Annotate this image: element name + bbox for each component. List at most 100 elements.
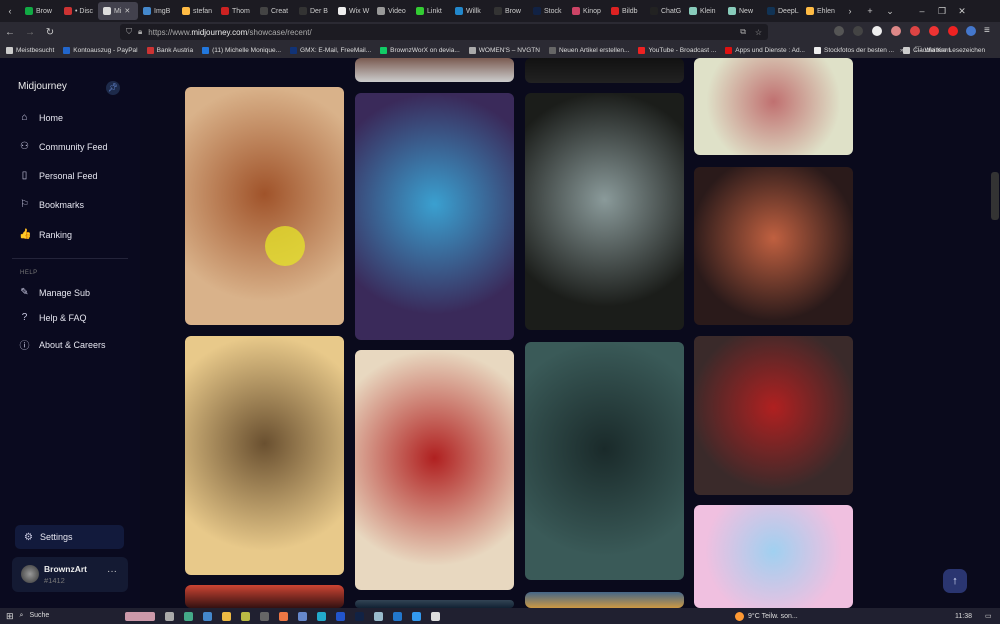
- translate-extension-icon[interactable]: [966, 26, 976, 36]
- tab[interactable]: Stock: [528, 2, 567, 20]
- bookmark-item[interactable]: Neuen Artikel erstellen...: [548, 46, 629, 54]
- gallery-image-landscape-trees[interactable]: [185, 336, 344, 575]
- windows-start-icon[interactable]: ⊞: [6, 611, 14, 622]
- back-button[interactable]: ←: [0, 27, 20, 38]
- user-card[interactable]: BrownzArt #1412 ···: [12, 557, 128, 592]
- bookmark-star-icon[interactable]: ☆: [755, 28, 762, 37]
- app-icon[interactable]: [259, 611, 269, 621]
- gallery-image-girl-with-cat[interactable]: [185, 87, 344, 325]
- menu-icon[interactable]: ≡: [984, 25, 990, 36]
- photoshop-icon[interactable]: [354, 611, 364, 621]
- gallery-image-partial[interactable]: [355, 58, 514, 82]
- gallery-image-cardinal-bird[interactable]: [355, 350, 514, 590]
- tab-scroll-left-icon[interactable]: ‹: [0, 6, 20, 16]
- task-view-icon[interactable]: [164, 611, 174, 621]
- tab[interactable]: Creat: [255, 2, 294, 20]
- camera-extension-icon[interactable]: [910, 26, 920, 36]
- taskbar-search[interactable]: ⌕ Suche: [20, 612, 120, 620]
- reload-button[interactable]: ↻: [40, 27, 60, 38]
- tab[interactable]: Thom: [216, 2, 255, 20]
- new-tab-button[interactable]: +: [860, 6, 880, 16]
- bookmark-item[interactable]: Meistbesucht: [6, 46, 54, 54]
- scrollbar[interactable]: [991, 172, 999, 220]
- tab[interactable]: Bildb: [606, 2, 645, 20]
- bookmark-item[interactable]: (11) Michelle Monique...: [202, 46, 281, 54]
- minimize-button[interactable]: –: [912, 6, 932, 16]
- pin-icon[interactable]: 📌︎: [106, 81, 120, 95]
- gallery-image-partial[interactable]: [525, 592, 684, 608]
- sidebar-item-ranking[interactable]: 👍 Ranking: [19, 229, 72, 240]
- tab-list-icon[interactable]: ⌄: [880, 6, 900, 17]
- gallery-image-fantasy-woman[interactable]: [525, 342, 684, 580]
- tab[interactable]: Wix W: [333, 2, 372, 20]
- tab[interactable]: Brow: [489, 2, 528, 20]
- tab[interactable]: Video: [372, 2, 411, 20]
- tab[interactable]: Linkt: [411, 2, 450, 20]
- other-bookmarks[interactable]: 🗀︎ Weitere Lesezeichen: [915, 45, 985, 56]
- gallery-image-space-shuttle[interactable]: [694, 167, 853, 325]
- app-icon[interactable]: [430, 611, 440, 621]
- app-icon[interactable]: [202, 611, 212, 621]
- notification-icon[interactable]: ▭: [985, 612, 992, 620]
- pocket-icon[interactable]: [834, 26, 844, 36]
- clock[interactable]: 11:38: [955, 613, 972, 620]
- gallery-image-flowers[interactable]: [694, 58, 853, 155]
- tab[interactable]: • Disc: [59, 2, 98, 20]
- extension-badge-icon[interactable]: [948, 26, 958, 36]
- bookmark-item[interactable]: YouTube - Broadcast ...: [638, 46, 716, 54]
- bookmarks-overflow-icon[interactable]: »: [900, 47, 904, 54]
- settings-button[interactable]: ⚙ Settings: [15, 525, 124, 549]
- bookmark-item[interactable]: Kontoauszug - PayPal: [63, 46, 138, 54]
- forward-button[interactable]: →: [20, 27, 40, 38]
- widget-icon[interactable]: [124, 611, 155, 621]
- shield-extension-icon[interactable]: [891, 26, 901, 36]
- bookmark-item[interactable]: BrownzWorX on devia...: [380, 46, 460, 54]
- sidebar-item-home[interactable]: ⌂ Home: [19, 112, 63, 123]
- tab[interactable]: ChatG: [645, 2, 684, 20]
- explorer-icon[interactable]: [221, 611, 231, 621]
- gallery-image-colorful-eyes[interactable]: [694, 505, 853, 608]
- sidebar-item-bookmarks[interactable]: ⚐ Bookmarks: [19, 199, 84, 210]
- logo[interactable]: Midjourney: [18, 81, 67, 92]
- gallery-image-macarons[interactable]: [355, 93, 514, 340]
- bookmark-item[interactable]: Stockfotos der besten ...: [814, 46, 894, 54]
- bookmark-item[interactable]: WOMEN'S – NVGTN: [468, 46, 540, 54]
- extension-icon[interactable]: [872, 26, 882, 36]
- gallery-image-partial[interactable]: [355, 600, 514, 608]
- sidebar-item-help-faq[interactable]: ? Help & FAQ: [19, 312, 87, 323]
- gallery-image-glass-hand[interactable]: [525, 93, 684, 330]
- close-tab-icon[interactable]: ✕: [124, 7, 130, 15]
- gallery-image-partial[interactable]: [525, 58, 684, 83]
- app-icon[interactable]: [373, 611, 383, 621]
- bookmark-item[interactable]: GMX: E-Mail, FreeMail...: [290, 46, 371, 54]
- sidebar-item-about-careers[interactable]: ⓘ About & Careers: [19, 337, 106, 353]
- tab[interactable]: Klein: [684, 2, 723, 20]
- translate-icon[interactable]: ⧉: [740, 27, 746, 37]
- scroll-to-top-button[interactable]: ↑: [943, 569, 967, 593]
- weather-text[interactable]: 9°C Teilw. son...: [748, 613, 798, 620]
- tab[interactable]: Willk: [450, 2, 489, 20]
- bookmark-item[interactable]: Apps und Dienste : Ad...: [725, 46, 805, 54]
- tab[interactable]: ImgB: [138, 2, 177, 20]
- tab[interactable]: Brow: [20, 2, 59, 20]
- sidebar-item-personal-feed[interactable]: ▯ Personal Feed: [19, 170, 98, 181]
- bookmark-item[interactable]: Bank Austria: [146, 46, 193, 54]
- sidebar-item-community-feed[interactable]: ⚇ Community Feed: [19, 141, 108, 152]
- tab[interactable]: Kinop: [567, 2, 606, 20]
- tab[interactable]: Ehlen: [801, 2, 840, 20]
- download-icon[interactable]: [853, 26, 863, 36]
- adblock-icon[interactable]: [929, 26, 939, 36]
- tab-scroll-right-icon[interactable]: ›: [840, 6, 860, 16]
- app-icon[interactable]: [240, 611, 250, 621]
- gallery-image-partial[interactable]: [185, 585, 344, 608]
- more-options-icon[interactable]: ···: [107, 566, 117, 577]
- app-icon[interactable]: [392, 611, 402, 621]
- firefox-icon[interactable]: [278, 611, 288, 621]
- gallery-image-red-car[interactable]: [694, 336, 853, 495]
- tab[interactable]: DeepL: [762, 2, 801, 20]
- tab[interactable]: Der B: [294, 2, 333, 20]
- tab-active[interactable]: Mi ✕: [98, 2, 138, 20]
- edge-icon[interactable]: [316, 611, 326, 621]
- tab[interactable]: New: [723, 2, 762, 20]
- app-icon[interactable]: [335, 611, 345, 621]
